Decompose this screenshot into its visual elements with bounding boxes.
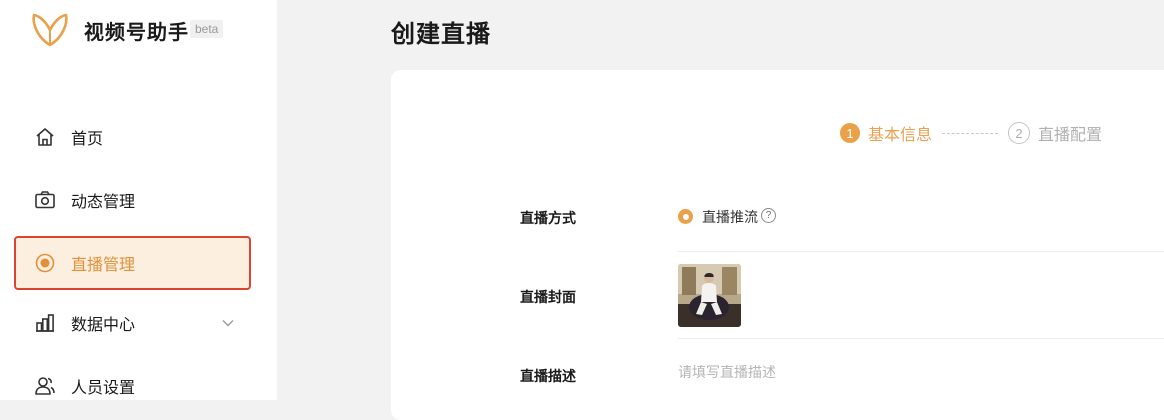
divider	[678, 338, 1164, 339]
step-number-1: 1	[840, 123, 860, 143]
step-connector	[942, 132, 999, 134]
push-stream-label[interactable]: 直播推流	[702, 207, 758, 227]
users-icon	[34, 375, 56, 397]
sidebar-item-label: 直播管理	[71, 255, 136, 274]
step-label-basic-info: 基本信息	[868, 125, 933, 144]
sidebar-item-live[interactable]: 直播管理	[14, 236, 251, 290]
sidebar-item-home[interactable]: 首页	[14, 110, 251, 164]
logo-icon	[30, 12, 70, 48]
sidebar-item-label: 动态管理	[71, 192, 136, 211]
sidebar: 视频号助手 beta 首页 动态管理 直播管理 数据中心 人员设置	[0, 0, 277, 400]
cover-thumbnail[interactable]	[678, 264, 741, 327]
camera-icon	[34, 189, 56, 211]
home-icon	[34, 126, 56, 148]
step-number-2: 2	[1008, 122, 1031, 144]
page-title: 创建直播	[391, 20, 491, 48]
help-icon[interactable]: ?	[761, 208, 776, 223]
step-label-live-config: 直播配置	[1038, 125, 1103, 144]
live-description-label: 直播描述	[520, 369, 576, 385]
live-cover-label: 直播封面	[520, 290, 576, 306]
sidebar-item-label: 数据中心	[71, 315, 136, 334]
live-icon	[34, 252, 56, 274]
app-name: 视频号助手	[84, 20, 189, 44]
sidebar-item-label: 人员设置	[71, 378, 136, 397]
bar-chart-icon	[34, 312, 56, 334]
divider	[678, 251, 1164, 252]
live-description-input[interactable]	[678, 365, 1158, 381]
sidebar-item-label: 首页	[71, 129, 104, 148]
live-method-label: 直播方式	[520, 211, 576, 227]
beta-badge: beta	[190, 20, 224, 38]
sidebar-item-members[interactable]: 人员设置	[14, 359, 251, 413]
push-stream-radio[interactable]	[678, 209, 693, 224]
sidebar-item-posts[interactable]: 动态管理	[14, 173, 251, 227]
sidebar-item-data-center[interactable]: 数据中心	[14, 296, 251, 350]
chevron-down-icon[interactable]	[221, 315, 235, 334]
step-indicator: 1 基本信息 2 直播配置	[840, 121, 1102, 145]
